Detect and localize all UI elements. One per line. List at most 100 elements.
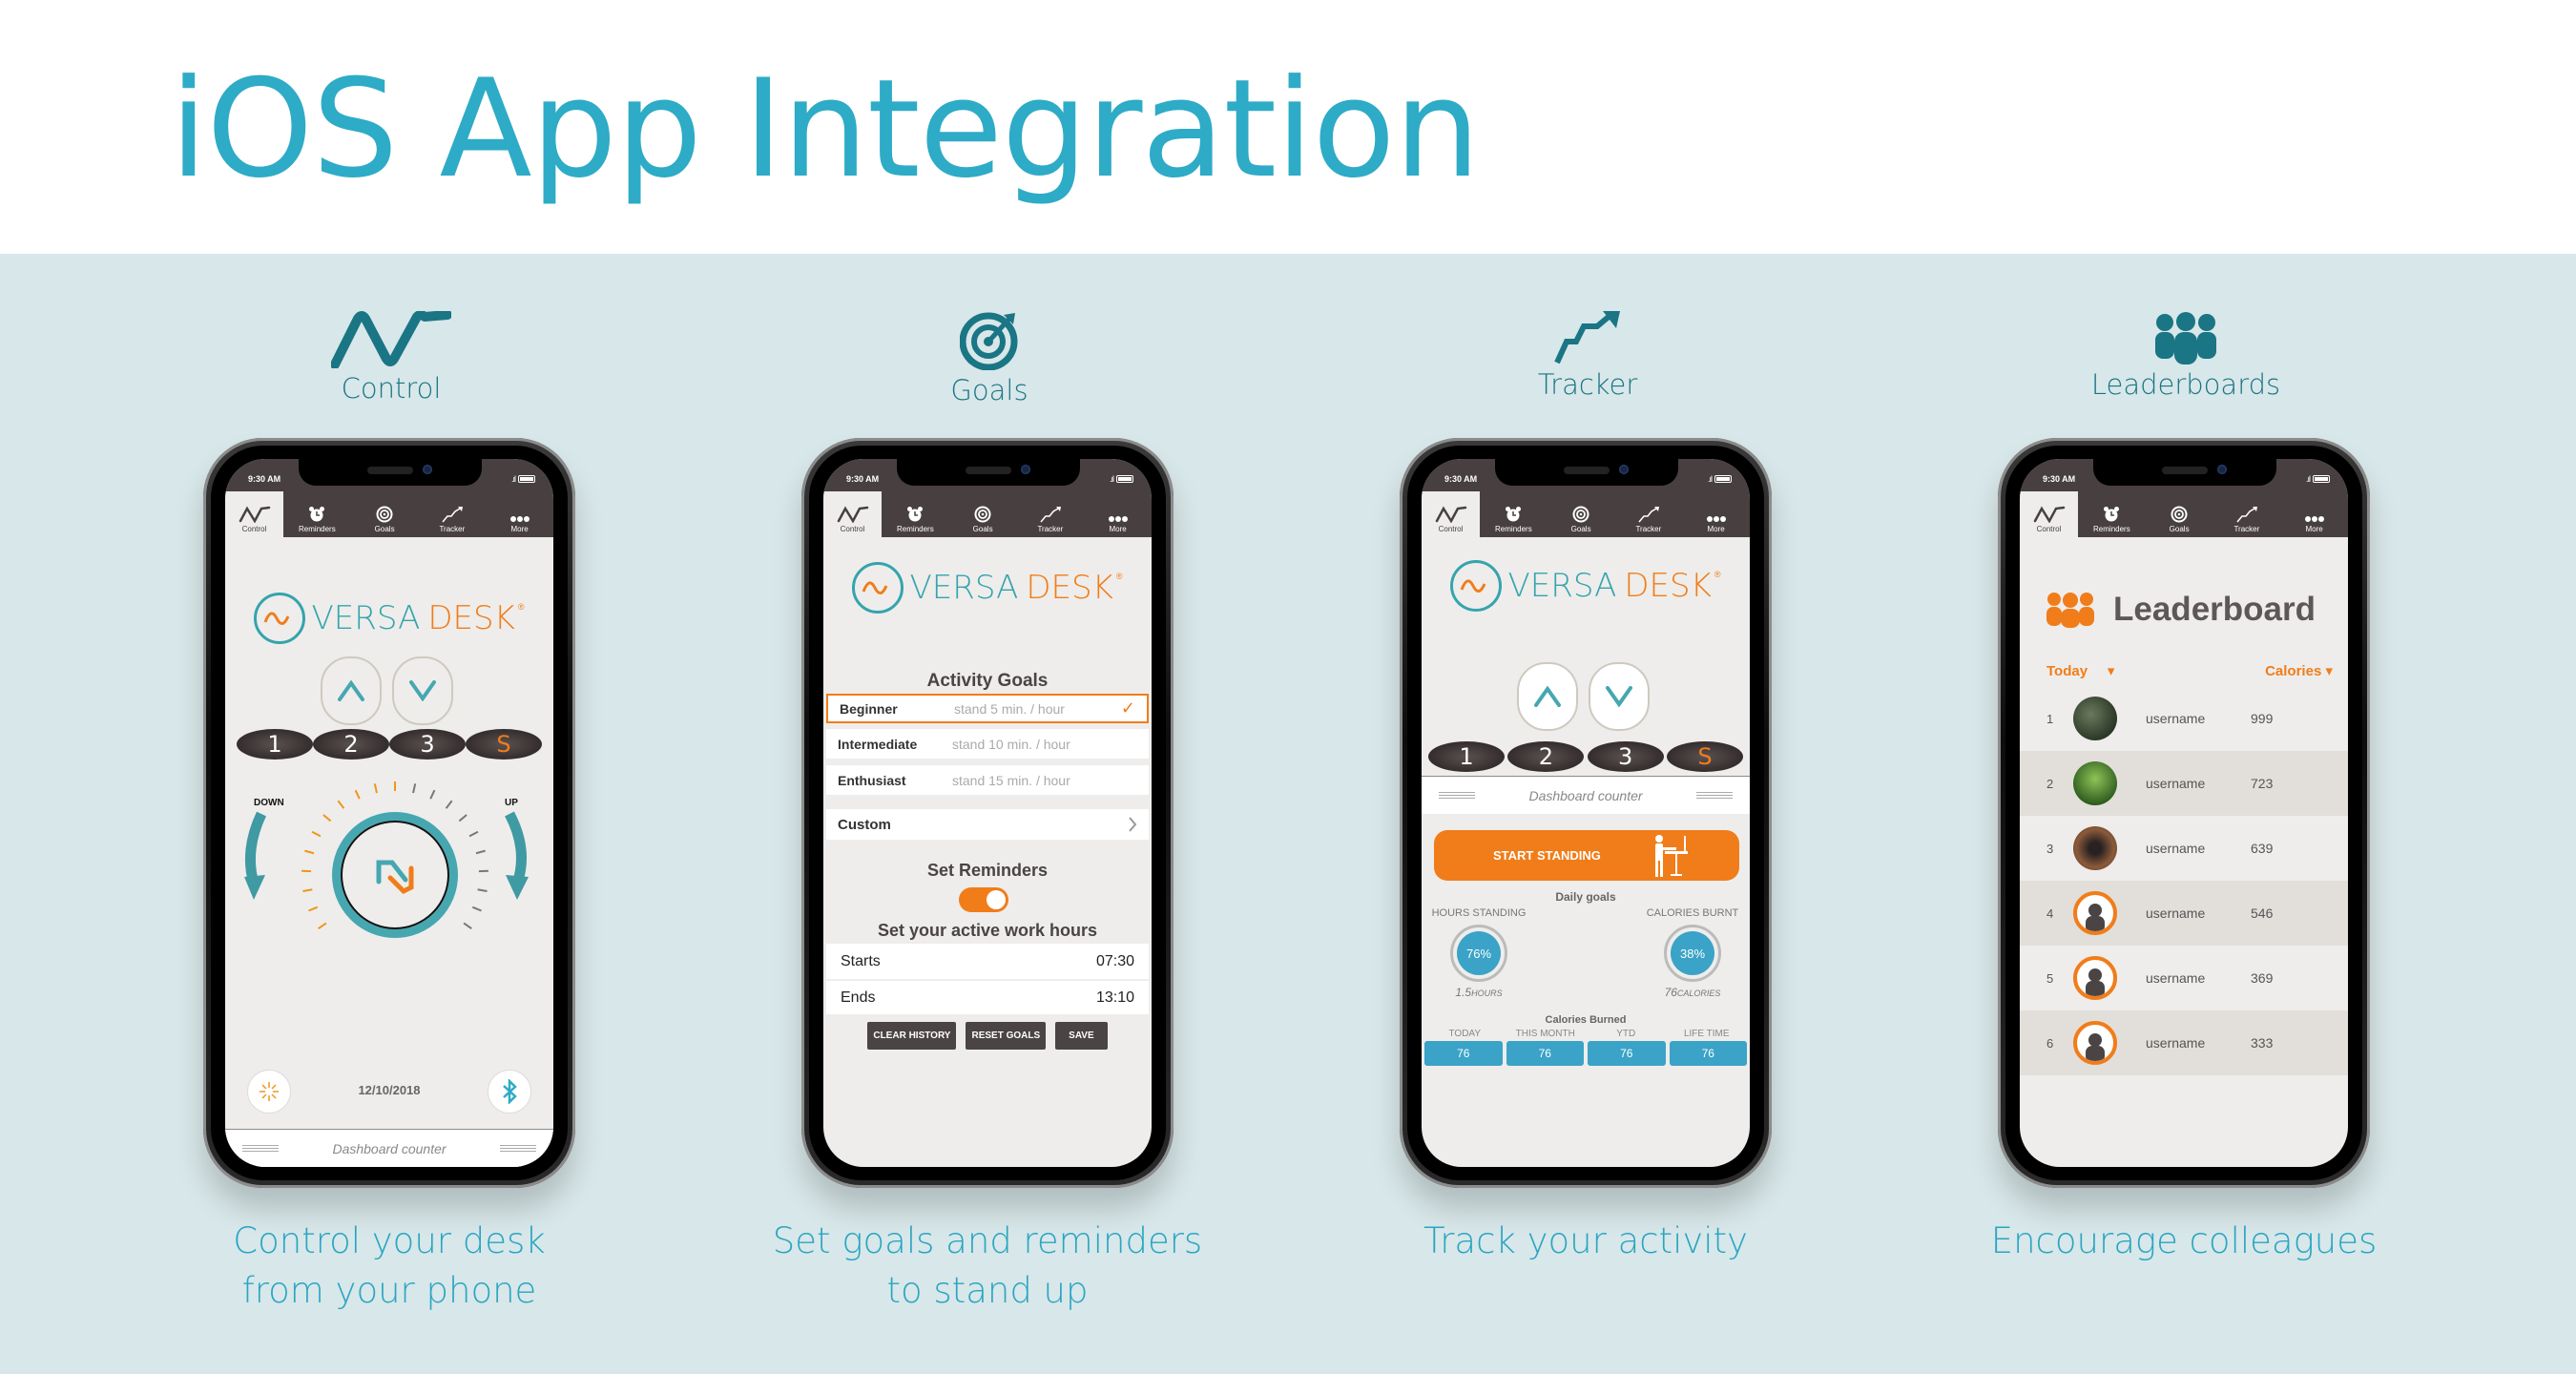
goal-option-custom[interactable]: Custom — [826, 809, 1149, 840]
tab-goals[interactable]: Goals — [949, 491, 1017, 537]
metric-filter-dropdown[interactable]: Calories ▾ — [2265, 662, 2333, 679]
username: username — [2146, 1035, 2206, 1051]
starts-label: Starts — [841, 952, 881, 969]
tab-more[interactable]: More — [486, 491, 553, 537]
preset-s-button[interactable]: S — [466, 729, 542, 760]
feature-leaderboards-header: Leaderboards — [2043, 311, 2329, 401]
av-wave-icon — [1435, 506, 1466, 523]
preset-3-button[interactable]: 3 — [1587, 741, 1664, 772]
tab-bar: Control Reminders Goals Tracker More — [823, 491, 1152, 537]
ends-row[interactable]: Ends 13:10 — [826, 979, 1149, 1014]
dashboard-counter[interactable]: Dashboard counter — [225, 1129, 553, 1167]
tab-more[interactable]: More — [1682, 491, 1750, 537]
bluetooth-button[interactable] — [488, 1070, 531, 1114]
caret-down-icon: ▾ — [2325, 663, 2333, 679]
avatar-placeholder-icon — [2073, 1021, 2117, 1065]
rank: 6 — [2046, 1035, 2054, 1051]
dial-tick — [463, 922, 472, 930]
leaderboard-row[interactable]: 4 username 546 — [2020, 881, 2348, 946]
tab-label: More — [2305, 525, 2323, 533]
leaderboard-row[interactable]: 2 username 723 — [2020, 751, 2348, 816]
tab-label: Tracker — [439, 525, 466, 533]
caret-down-icon: ▾ — [2107, 663, 2115, 679]
leaderboard-row[interactable]: 5 username 369 — [2020, 946, 2348, 1010]
tab-more[interactable]: More — [1084, 491, 1152, 537]
dial-tick — [445, 800, 453, 809]
tab-control[interactable]: Control — [823, 491, 882, 537]
tab-control[interactable]: Control — [1422, 491, 1480, 537]
battery-icon — [1116, 475, 1133, 483]
caption-goals: Set goals and reminders to stand up — [739, 1217, 1236, 1316]
start-standing-label: START STANDING — [1493, 848, 1601, 863]
dial-tick — [458, 814, 467, 822]
calories-number: 76 — [1664, 986, 1677, 999]
goal-option-intermediate[interactable]: Intermediate stand 10 min. / hour — [826, 729, 1149, 759]
raise-button[interactable] — [321, 656, 382, 725]
avatar-placeholder-icon — [2073, 891, 2117, 935]
battery-icon — [2313, 475, 2330, 483]
caption-line: Control your desk — [233, 1220, 546, 1261]
preset-s-button[interactable]: S — [1666, 741, 1743, 772]
tab-reminders[interactable]: Reminders — [1480, 491, 1548, 537]
tab-more[interactable]: More — [2280, 491, 2348, 537]
starts-row[interactable]: Starts 07:30 — [826, 944, 1149, 979]
preset-2-button[interactable]: 2 — [1507, 741, 1585, 772]
tab-reminders[interactable]: Reminders — [882, 491, 949, 537]
period-filter-dropdown[interactable]: Today ▾ — [2046, 662, 2114, 679]
period-value: 76 — [1669, 1041, 1747, 1066]
start-standing-button[interactable]: START STANDING — [1434, 830, 1739, 881]
goal-option-enthusiast[interactable]: Enthusiast stand 15 min. / hour — [826, 765, 1149, 795]
more-dots-icon — [509, 516, 530, 522]
preset-2-button[interactable]: 2 — [313, 729, 389, 760]
work-hours-table: Starts 07:30 Ends 13:10 — [826, 944, 1149, 1014]
calories-period-values: 76 76 76 76 — [1424, 1041, 1747, 1066]
tab-control[interactable]: Control — [225, 491, 283, 537]
target-icon — [2171, 506, 2188, 523]
dial-knob[interactable] — [332, 812, 458, 938]
dial-tick — [477, 888, 488, 893]
target-icon — [974, 506, 991, 523]
tab-label: Goals — [972, 525, 993, 533]
more-dots-icon — [1108, 516, 1128, 522]
avatar-placeholder-icon — [2073, 956, 2117, 1000]
preset-3-button[interactable]: 3 — [389, 729, 466, 760]
reset-goals-button[interactable]: RESET GOALS — [966, 1022, 1047, 1050]
tab-reminders[interactable]: Reminders — [2078, 491, 2146, 537]
height-dial[interactable]: DOWN UP — [225, 764, 553, 955]
control-screen: 9:30 AM .ıl Control Reminders Goals Trac… — [225, 459, 553, 1167]
leaderboard-row[interactable]: 1 username 999 — [2020, 686, 2348, 751]
standing-desk-icon — [1655, 835, 1688, 877]
save-button[interactable]: SAVE — [1055, 1022, 1108, 1050]
up-down-controls — [1517, 662, 1650, 731]
dial-tick — [318, 922, 327, 930]
caption-line: Encourage colleagues — [1990, 1220, 2378, 1261]
reminders-toggle[interactable] — [959, 887, 1008, 912]
lower-button[interactable] — [392, 656, 453, 725]
tab-goals[interactable]: Goals — [2146, 491, 2213, 537]
starts-value[interactable]: 07:30 — [1096, 953, 1134, 970]
tab-goals[interactable]: Goals — [351, 491, 419, 537]
signal-icon: .ıl — [510, 474, 516, 484]
dashboard-counter[interactable]: Dashboard counter — [1422, 776, 1750, 814]
raise-button[interactable] — [1517, 662, 1578, 731]
clear-history-button[interactable]: CLEAR HISTORY — [867, 1022, 957, 1050]
dial-tick — [412, 783, 417, 794]
versa-wave-icon — [376, 860, 414, 895]
goal-option-beginner[interactable]: Beginner stand 5 min. / hour ✓ — [826, 694, 1149, 723]
leaderboard-row[interactable]: 3 username 639 — [2020, 816, 2348, 881]
leaderboard-row[interactable]: 6 username 333 — [2020, 1010, 2348, 1075]
tab-tracker[interactable]: Tracker — [2213, 491, 2281, 537]
tab-reminders[interactable]: Reminders — [283, 491, 351, 537]
tab-tracker[interactable]: Tracker — [1017, 491, 1085, 537]
tab-tracker[interactable]: Tracker — [1615, 491, 1683, 537]
preset-1-button[interactable]: 1 — [237, 729, 313, 760]
goal-desc: stand 10 min. / hour — [952, 736, 1070, 752]
preset-1-button[interactable]: 1 — [1428, 741, 1505, 772]
chevron-up-icon — [338, 680, 364, 701]
tab-label: Goals — [374, 525, 395, 533]
tab-control[interactable]: Control — [2020, 491, 2078, 537]
lower-button[interactable] — [1589, 662, 1650, 731]
tab-tracker[interactable]: Tracker — [419, 491, 487, 537]
ends-value[interactable]: 13:10 — [1096, 989, 1134, 1007]
tab-goals[interactable]: Goals — [1548, 491, 1615, 537]
